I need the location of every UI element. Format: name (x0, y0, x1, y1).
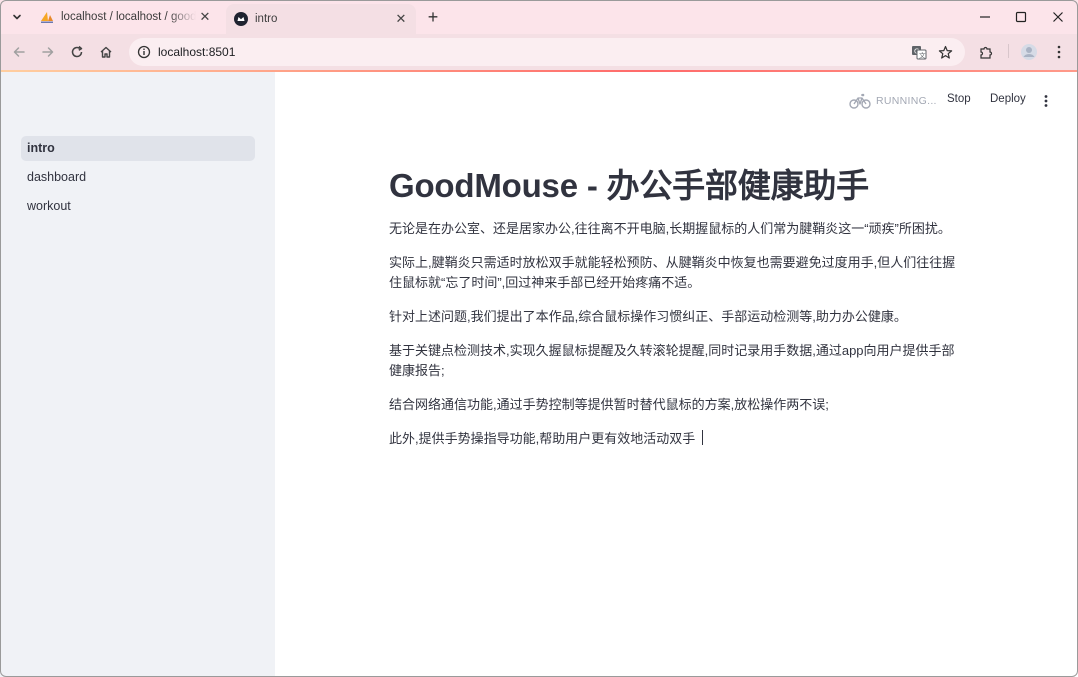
address-bar[interactable]: localhost:8501 G文 (129, 38, 965, 66)
page-title: GoodMouse - 办公手部健康助手 (389, 167, 869, 204)
tab-title: intro (255, 13, 278, 25)
app-main-menu-icon[interactable] (1039, 91, 1053, 111)
browser-menu-icon[interactable] (1048, 41, 1070, 63)
site-info-icon[interactable] (135, 43, 153, 61)
tab-title: localhost / localhost / goodmouse (61, 11, 196, 23)
tab-close-icon[interactable]: ✕ (196, 8, 214, 26)
running-bicycle-icon (848, 92, 872, 110)
tab-intro[interactable]: intro ✕ (226, 4, 416, 34)
app-sidebar: intro dashboard workout (0, 72, 275, 677)
intro-paragraph: 针对上述问题,我们提出了本作品,综合鼠标操作习惯纠正、手部运动检测等,助力办公健… (389, 309, 907, 324)
sidebar-item-workout[interactable]: workout (21, 194, 255, 219)
phpmyadmin-sail-icon (40, 10, 54, 24)
sidebar-item-intro[interactable]: intro (21, 136, 255, 161)
sidebar-item-dashboard[interactable]: dashboard (21, 165, 255, 190)
tab-phpmyadmin[interactable]: localhost / localhost / goodmouse ✕ (34, 4, 220, 30)
back-arrow-icon[interactable] (8, 41, 30, 63)
bookmark-star-icon[interactable] (936, 43, 954, 61)
intro-paragraph: 结合网络通信功能,通过手势控制等提供暂时替代鼠标的方案,放松操作两不误; (389, 397, 829, 412)
page-content: GoodMouse - 办公手部健康助手 无论是在办公室、还是居家办公,往往离不… (389, 164, 961, 463)
intro-paragraph: 基于关键点检测技术,实现久握鼠标提醒及久转滚轮提醒,同时记录用手数据,通过app… (389, 343, 955, 378)
new-tab-plus-icon[interactable]: + (422, 6, 444, 28)
forward-arrow-icon[interactable] (37, 41, 59, 63)
intro-paragraph: 实际上,腱鞘炎只需适时放松双手就能轻松预防、从腱鞘炎中恢复也需要避免过度用手,但… (389, 255, 956, 290)
profile-avatar-icon[interactable] (1018, 41, 1040, 63)
text-cursor (702, 430, 704, 445)
intro-paragraph-last: 此外,提供手势操指导功能,帮助用户更有效地活动双手 (389, 429, 961, 449)
app-main: RUNNING... Stop Deploy GoodMouse - 办公手部健… (275, 72, 1078, 677)
home-icon[interactable] (95, 41, 117, 63)
browser-tabstrip: localhost / localhost / goodmouse ✕ intr… (0, 0, 1078, 34)
toolbar-divider (1008, 44, 1009, 58)
svg-text:文: 文 (919, 51, 926, 60)
url-text: localhost:8501 (158, 45, 236, 59)
translate-icon[interactable]: G文 (910, 43, 928, 61)
reload-icon[interactable] (66, 41, 88, 63)
stop-button[interactable]: Stop (947, 93, 971, 105)
window-close-icon[interactable] (1045, 5, 1071, 29)
browser-toolbar: localhost:8501 G文 (0, 34, 1078, 70)
intro-paragraph: 无论是在办公室、还是居家办公,往往离不开电脑,长期握鼠标的人们常为腱鞘炎这一“顽… (389, 221, 951, 236)
extensions-puzzle-icon[interactable] (975, 41, 997, 63)
tab-search-chevron-icon[interactable] (6, 6, 28, 28)
minimize-icon[interactable] (972, 5, 998, 29)
tab-close-icon[interactable]: ✕ (392, 10, 410, 28)
running-status-text: RUNNING... (876, 95, 937, 107)
maximize-icon[interactable] (1008, 5, 1034, 29)
streamlit-crown-icon (234, 12, 248, 26)
intro-paragraph-text: 此外,提供手势操指导功能,帮助用户更有效地活动双手 (389, 431, 696, 446)
running-status: RUNNING... (848, 92, 937, 110)
deploy-button[interactable]: Deploy (990, 93, 1026, 105)
